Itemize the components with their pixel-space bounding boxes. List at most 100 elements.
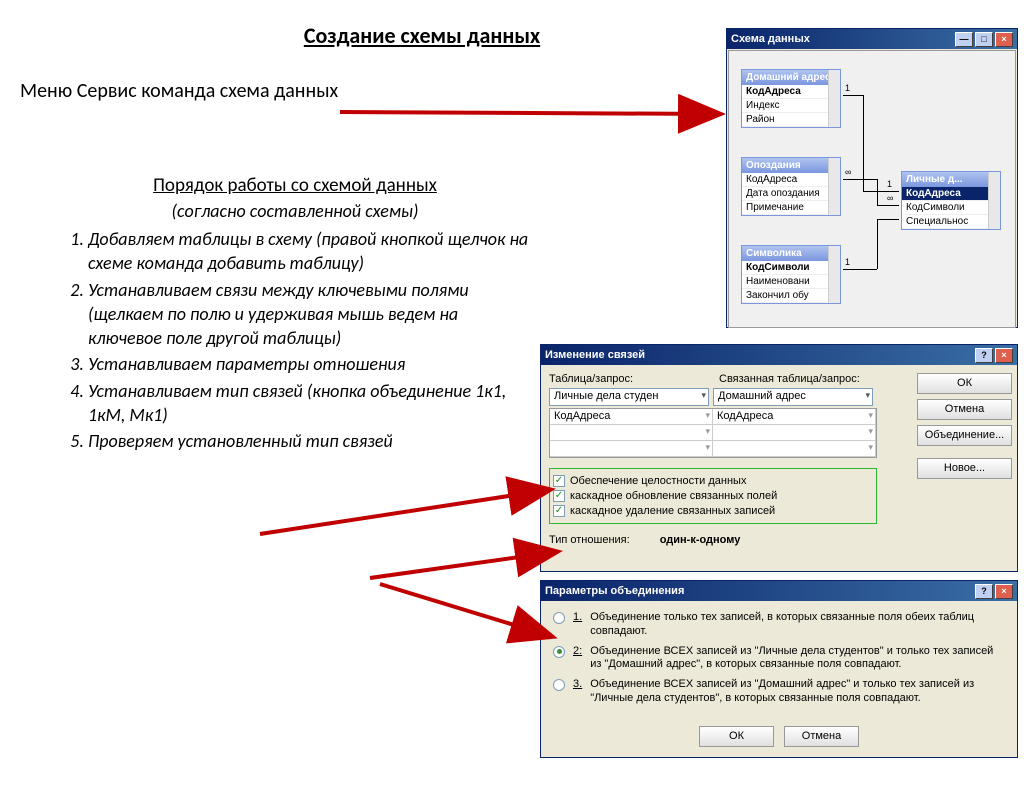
cardinality-inf: ∞ bbox=[845, 167, 851, 177]
option-text: Объединение ВСЕХ записей из "Личные дела… bbox=[590, 645, 1005, 673]
relationship-line[interactable] bbox=[843, 95, 863, 96]
checkbox-label: каскадное удаление связанных записей bbox=[570, 505, 775, 517]
ok-button[interactable]: ОК bbox=[917, 373, 1012, 394]
table-symbols[interactable]: Символика КодСимволи Наименовани Закончи… bbox=[741, 245, 841, 304]
relation-type-value: один-к-одному bbox=[660, 534, 741, 546]
table-combo[interactable]: Личные дела студен bbox=[549, 388, 709, 406]
table-header: Символика bbox=[742, 246, 840, 261]
checkbox-icon: ✓ bbox=[553, 505, 565, 517]
close-icon[interactable]: × bbox=[995, 348, 1013, 363]
field[interactable]: Примечание bbox=[742, 201, 840, 215]
field-cell[interactable] bbox=[550, 425, 713, 441]
option-text: Объединение ВСЕХ записей из "Домашний ад… bbox=[590, 678, 1005, 706]
join-option-1[interactable]: 1. Объединение только тех записей, в кот… bbox=[553, 611, 1005, 639]
cardinality-inf: ∞ bbox=[887, 193, 893, 203]
step-3: Устанавливаем параметры отношения bbox=[88, 352, 530, 376]
relationship-line[interactable] bbox=[877, 219, 878, 269]
join-option-2[interactable]: 2: Объединение ВСЕХ записей из "Личные д… bbox=[553, 645, 1005, 673]
related-field-cell[interactable] bbox=[713, 441, 876, 457]
new-button[interactable]: Новое... bbox=[917, 458, 1012, 479]
field[interactable]: КодАдреса bbox=[742, 173, 840, 187]
schema-canvas[interactable]: Домашний адрес КодАдреса Индекс Район Оп… bbox=[728, 50, 1016, 328]
relationship-line[interactable] bbox=[877, 219, 899, 220]
field[interactable]: КодСимволи bbox=[902, 201, 1000, 215]
step-1: Добавляем таблицы в схему (правой кнопко… bbox=[88, 227, 530, 276]
cancel-button[interactable]: Отмена bbox=[784, 726, 859, 747]
field-cell[interactable] bbox=[550, 441, 713, 457]
relations-titlebar[interactable]: Изменение связей ? × bbox=[541, 345, 1017, 365]
edit-relations-dialog: Изменение связей ? × Таблица/запрос: Свя… bbox=[540, 344, 1018, 572]
step-2: Устанавливаем связи между ключевыми поля… bbox=[88, 278, 530, 351]
join-option-3[interactable]: 3. Объединение ВСЕХ записей из "Домашний… bbox=[553, 678, 1005, 706]
field[interactable]: КодАдреса bbox=[902, 187, 1000, 201]
field-cell[interactable]: КодАдреса bbox=[550, 409, 713, 425]
table-header: Личные д... bbox=[902, 172, 1000, 187]
step-5: Проверяем установленный тип связей bbox=[88, 429, 530, 453]
cascade-delete-checkbox-row[interactable]: ✓ каскадное удаление связанных записей bbox=[553, 505, 873, 517]
join-params-dialog: Параметры объединения ? × 1. Объединение… bbox=[540, 580, 1018, 758]
option-text: Объединение только тех записей, в которы… bbox=[590, 611, 1005, 639]
cardinality-one: 1 bbox=[845, 257, 850, 267]
steps-block: Порядок работы со схемой данных (согласн… bbox=[60, 173, 530, 454]
field[interactable]: Индекс bbox=[742, 99, 840, 113]
scrollbar[interactable] bbox=[828, 158, 840, 215]
relationship-line[interactable] bbox=[863, 95, 864, 191]
relationship-line[interactable] bbox=[843, 269, 877, 270]
table-header: Опоздания bbox=[742, 158, 840, 173]
maximize-icon[interactable]: □ bbox=[975, 32, 993, 47]
related-field-cell[interactable] bbox=[713, 425, 876, 441]
table-home-address[interactable]: Домашний адрес КодАдреса Индекс Район bbox=[741, 69, 841, 128]
checkbox-icon: ✓ bbox=[553, 475, 565, 487]
join-button[interactable]: Объединение... bbox=[917, 425, 1012, 446]
help-icon[interactable]: ? bbox=[975, 348, 993, 363]
close-icon[interactable]: × bbox=[995, 32, 1013, 47]
cancel-button[interactable]: Отмена bbox=[917, 399, 1012, 420]
minimize-icon[interactable]: — bbox=[955, 32, 973, 47]
radio-icon bbox=[553, 679, 565, 691]
join-title-text: Параметры объединения bbox=[545, 585, 684, 597]
field[interactable]: Закончил обу bbox=[742, 289, 840, 303]
join-titlebar[interactable]: Параметры объединения ? × bbox=[541, 581, 1017, 601]
schema-titlebar[interactable]: Схема данных — □ × bbox=[727, 29, 1017, 49]
radio-icon bbox=[553, 612, 565, 624]
relationship-line[interactable] bbox=[877, 205, 899, 206]
field[interactable]: Район bbox=[742, 113, 840, 127]
radio-icon bbox=[553, 646, 565, 658]
cascade-update-checkbox-row[interactable]: ✓каскадное обновление связанных полей bbox=[553, 490, 873, 502]
checkbox-label: Обеспечение целостности данных bbox=[570, 475, 746, 487]
steps-subheading: (согласно составленной схемы) bbox=[60, 199, 530, 223]
relation-type-label: Тип отношения: bbox=[549, 534, 630, 546]
checkbox-label: каскадное обновление связанных полей bbox=[570, 490, 777, 502]
option-number: 1. bbox=[573, 611, 582, 639]
field[interactable]: Наименовани bbox=[742, 275, 840, 289]
relationship-line[interactable] bbox=[877, 179, 878, 205]
help-icon[interactable]: ? bbox=[975, 584, 993, 599]
steps-heading: Порядок работы со схемой данных bbox=[60, 173, 530, 199]
cardinality-one: 1 bbox=[887, 179, 892, 189]
relations-title-text: Изменение связей bbox=[545, 349, 645, 361]
field[interactable]: Дата опоздания bbox=[742, 187, 840, 201]
table-query-label: Таблица/запрос: bbox=[549, 373, 709, 385]
field[interactable]: КодАдреса bbox=[742, 85, 840, 99]
relationship-line[interactable] bbox=[863, 191, 899, 192]
schema-window: Схема данных — □ × Домашний адрес КодАдр… bbox=[726, 28, 1018, 328]
related-field-cell[interactable]: КодАдреса bbox=[713, 409, 876, 425]
related-table-combo[interactable]: Домашний адрес bbox=[713, 388, 873, 406]
field[interactable]: Специальнос bbox=[902, 215, 1000, 229]
table-header: Домашний адрес bbox=[742, 70, 840, 85]
cardinality-one: 1 bbox=[845, 83, 850, 93]
field[interactable]: КодСимволи bbox=[742, 261, 840, 275]
scrollbar[interactable] bbox=[988, 172, 1000, 229]
scrollbar[interactable] bbox=[828, 70, 840, 127]
option-number: 2: bbox=[573, 645, 582, 673]
integrity-checkbox-row[interactable]: ✓ Обеспечение целостности данных bbox=[553, 475, 873, 487]
ok-button[interactable]: ОК bbox=[699, 726, 774, 747]
table-lateness[interactable]: Опоздания КодАдреса Дата опоздания Приме… bbox=[741, 157, 841, 216]
step-4: Устанавливаем тип связей (кнопка объедин… bbox=[88, 379, 530, 428]
table-personal[interactable]: Личные д... КодАдреса КодСимволи Специал… bbox=[901, 171, 1001, 230]
close-icon[interactable]: × bbox=[995, 584, 1013, 599]
related-table-label: Связанная таблица/запрос: bbox=[719, 373, 860, 385]
scrollbar[interactable] bbox=[828, 246, 840, 303]
relationship-line[interactable] bbox=[843, 179, 877, 180]
schema-title-text: Схема данных bbox=[731, 33, 810, 45]
